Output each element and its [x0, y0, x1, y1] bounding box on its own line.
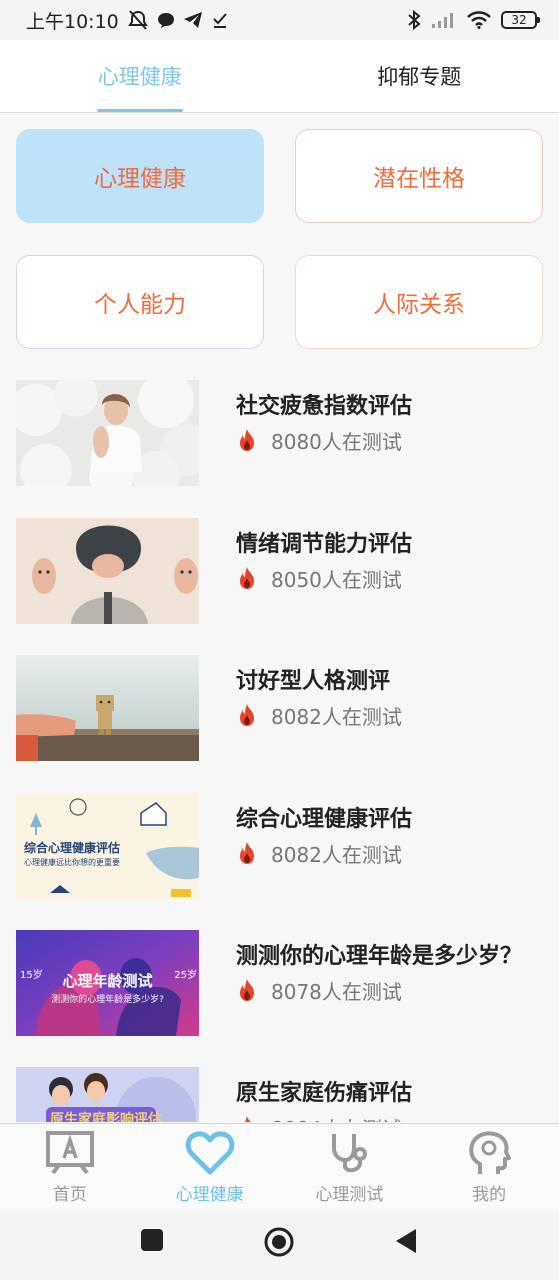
signal-icon	[432, 13, 453, 28]
send-icon	[183, 12, 202, 28]
home-icon	[45, 1131, 94, 1175]
test-count: 8080人在测试	[271, 430, 402, 454]
fire-icon	[240, 429, 254, 451]
test-thumbnail: 15岁 25岁 心理年龄测试 测测你的心理年龄是多少岁?	[16, 930, 199, 1036]
test-thumbnail	[16, 380, 199, 486]
test-title: 情绪调节能力评估	[236, 532, 413, 557]
mute-icon	[127, 10, 148, 30]
fire-icon	[240, 704, 254, 726]
fire-icon	[240, 567, 254, 589]
test-title: 原生家庭伤痛评估	[236, 1081, 413, 1106]
list-item[interactable]: 综合心理健康评估 心理健康远比你想的更重要 综合心理健康评估 8082人在测试	[0, 793, 559, 899]
test-title: 综合心理健康评估	[236, 807, 413, 832]
test-thumbnail: 原生家庭影响评估	[16, 1067, 199, 1122]
test-thumbnail	[16, 655, 199, 761]
bluetooth-icon	[408, 10, 421, 30]
category-relationships-button[interactable]: 人际关系	[295, 255, 543, 349]
status-bar: 上午10:10 32	[0, 0, 559, 40]
test-count: 8082人在测试	[271, 843, 402, 867]
list-item[interactable]: 讨好型人格测评 8082人在测试	[0, 655, 559, 761]
test-list: 社交疲惫指数评估 8080人在测试 情绪调节能力评估 8050人在测试 讨好型人…	[0, 380, 559, 1122]
test-count: 8082人在测试	[271, 705, 402, 729]
thumbnail-subcaption: 测测你的心理年龄是多少岁?	[51, 995, 164, 1005]
nav-label: 心理健康	[175, 1185, 244, 1205]
nav-psych-test[interactable]: 心理测试	[280, 1124, 420, 1210]
test-thumbnail	[16, 518, 199, 624]
list-item[interactable]: 原生家庭影响评估 原生家庭伤痛评估 8084人在测试	[0, 1067, 559, 1122]
thumbnail-caption: 原生家庭影响评估	[50, 1112, 162, 1122]
battery-indicator: 32	[501, 11, 540, 29]
recents-square-icon[interactable]	[140, 1228, 164, 1252]
test-title: 测测你的心理年龄是多少岁？	[236, 944, 523, 969]
fire-icon	[240, 979, 254, 1001]
fire-icon	[240, 842, 254, 864]
nav-mental-health[interactable]: 心理健康	[140, 1124, 280, 1210]
nav-label: 首页	[52, 1185, 87, 1205]
fire-icon	[243, 1116, 251, 1122]
list-item[interactable]: 情绪调节能力评估 8050人在测试	[0, 518, 559, 624]
test-count: 8078人在测试	[271, 980, 402, 1004]
back-triangle-icon[interactable]	[395, 1228, 417, 1254]
tab-mental-health[interactable]: 心理健康	[0, 40, 280, 112]
list-item[interactable]: 社交疲惫指数评估 8080人在测试	[0, 380, 559, 486]
test-count: 8084人在测试	[271, 1113, 402, 1122]
thumbnail-caption: 心理年龄测试	[62, 972, 153, 990]
tab-depression-topic[interactable]: 抑郁专题	[280, 40, 559, 112]
thumbnail-subcaption: 心理健康远比你想的更重要	[24, 858, 120, 867]
test-count: 8050人在测试	[271, 568, 402, 592]
test-thumbnail: 综合心理健康评估 心理健康远比你想的更重要	[16, 793, 199, 899]
bottom-nav-bar: 首页 心理健康 心理测试 我的	[0, 1123, 559, 1210]
category-mental-health-button[interactable]: 心理健康	[16, 129, 264, 223]
category-potential-personality-button[interactable]: 潜在性格	[295, 129, 543, 223]
stethoscope-icon	[332, 1134, 368, 1173]
system-nav-bar	[0, 1210, 559, 1280]
wifi-icon	[467, 11, 491, 29]
download-done-icon	[213, 13, 227, 28]
test-title: 社交疲惫指数评估	[236, 394, 413, 419]
home-circle-icon[interactable]	[263, 1226, 295, 1258]
thumbnail-caption: 综合心理健康评估	[24, 841, 121, 855]
nav-me[interactable]: 我的	[419, 1124, 559, 1210]
chat-bubble-icon	[157, 13, 174, 28]
nav-label: 心理测试	[315, 1185, 384, 1205]
category-personal-ability-button[interactable]: 个人能力	[16, 255, 264, 349]
test-title: 讨好型人格测评	[236, 669, 391, 694]
heart-icon	[185, 1131, 234, 1175]
top-tab-bar: 心理健康 抑郁专题	[0, 40, 559, 113]
status-time: 上午10:10	[26, 10, 119, 33]
list-item[interactable]: 15岁 25岁 心理年龄测试 测测你的心理年龄是多少岁? 测测你的心理年龄是多少…	[0, 930, 559, 1036]
profile-head-icon	[469, 1131, 512, 1174]
nav-label: 我的	[472, 1185, 507, 1205]
nav-home[interactable]: 首页	[0, 1124, 140, 1210]
